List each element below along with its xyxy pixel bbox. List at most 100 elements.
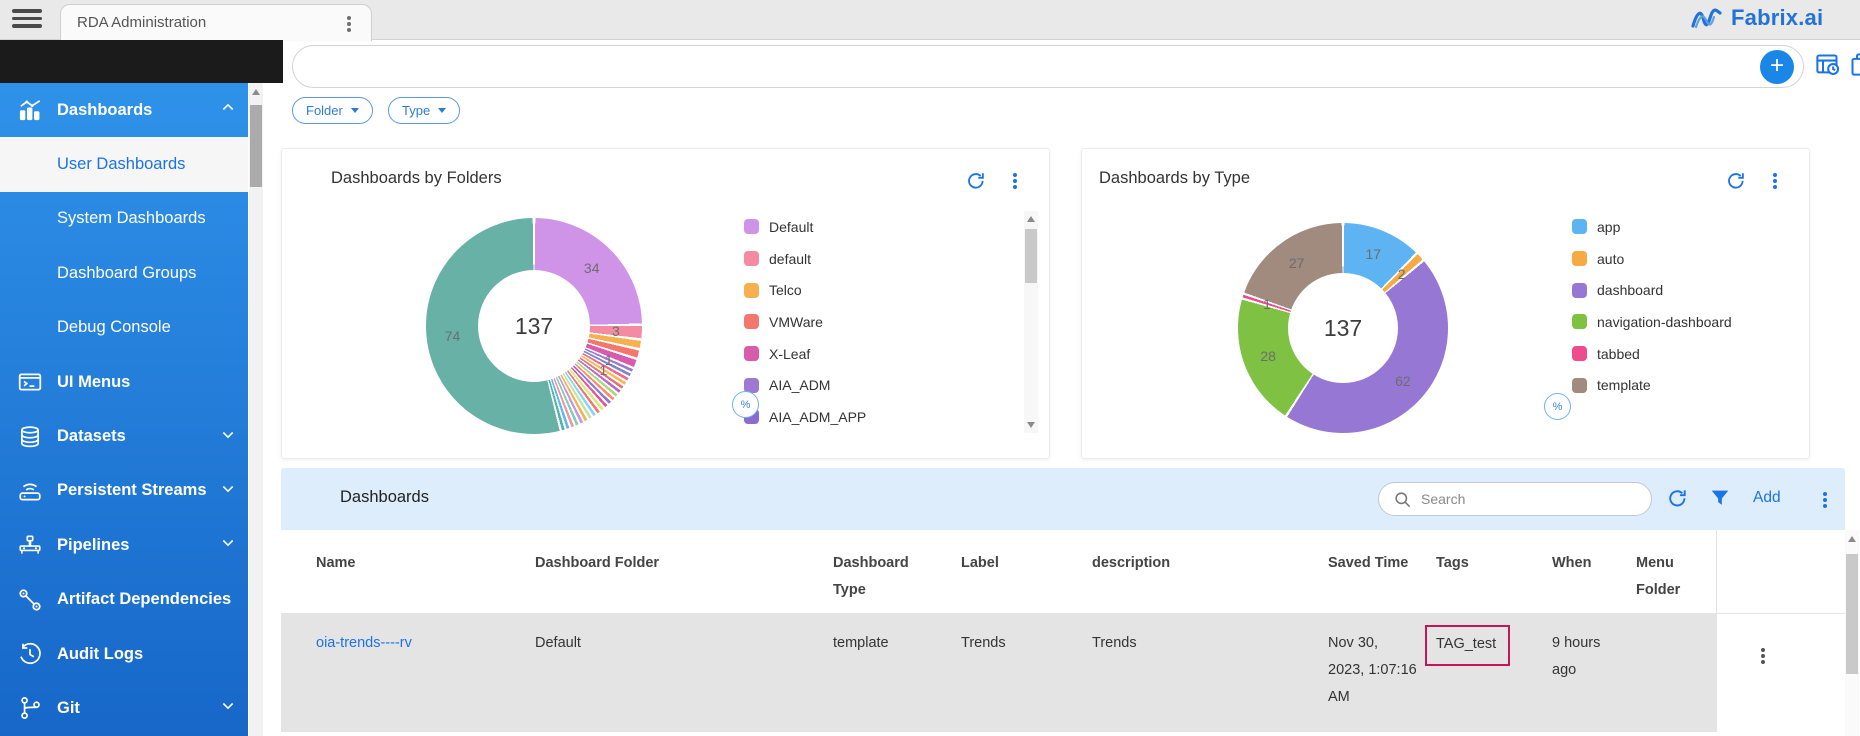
folder-filter-chip[interactable]: Folder <box>292 97 373 124</box>
sidebar-item-label: User Dashboards <box>57 155 185 174</box>
col-header-description[interactable]: description <box>1092 530 1328 613</box>
legend-item[interactable]: VMWare <box>744 306 866 338</box>
col-header-menu-folder[interactable]: Menu Folder <box>1636 530 1716 613</box>
slice-value-label: 1 <box>600 362 608 378</box>
history-table-icon[interactable] <box>1814 51 1841 83</box>
slice-value-label: 28 <box>1260 348 1276 364</box>
stream-router-icon <box>15 478 45 504</box>
table-header-row: Name Dashboard Folder Dashboard Type Lab… <box>281 530 1845 614</box>
sidebar-item-git[interactable]: Git <box>0 681 248 735</box>
col-header-tags[interactable]: Tags <box>1436 530 1552 613</box>
sidebar-item-debug-console[interactable]: Debug Console <box>0 301 248 355</box>
legend-item[interactable]: AIA_ADM_APP <box>744 401 866 433</box>
col-header-when[interactable]: When <box>1552 530 1636 613</box>
browser-top-bar: RDA Administration Fabrix.ai <box>0 0 1860 40</box>
percent-toggle-button[interactable]: % <box>1544 393 1571 420</box>
legend-swatch <box>744 314 759 329</box>
sidebar-header-strip <box>0 40 283 83</box>
tag-highlight-box: TAG_test <box>1425 625 1510 666</box>
slice-value-label: 74 <box>445 328 461 344</box>
slice-value-label: 34 <box>584 260 600 276</box>
dashboards-by-folders-card: Dashboards by Folders 137 3431174 Defaul… <box>281 148 1050 459</box>
legend-item[interactable]: tabbed <box>1572 338 1732 370</box>
sidebar-item-pipelines[interactable]: Pipelines <box>0 518 248 572</box>
cell-label: Trends <box>961 614 1092 732</box>
legend-swatch <box>1572 378 1587 393</box>
legend-item[interactable]: auto <box>1572 243 1732 275</box>
refresh-icon[interactable] <box>965 170 987 197</box>
legend-item[interactable]: dashboard <box>1572 274 1732 306</box>
dashboard-name-link[interactable]: oia-trends----rv <box>316 635 412 651</box>
add-widget-button[interactable]: + <box>1760 50 1794 84</box>
sidebar-item-dashboard-groups[interactable]: Dashboard Groups <box>0 246 248 300</box>
chevron-down-icon[interactable] <box>220 426 236 447</box>
legend-item[interactable]: AIA_ADM <box>744 369 866 401</box>
legend-swatch <box>1572 219 1587 234</box>
sidebar-item-ui-menus[interactable]: UI Menus <box>0 355 248 409</box>
sidebar-item-user-dashboards[interactable]: User Dashboards <box>0 137 248 191</box>
legend-scrollbar[interactable] <box>1024 211 1038 433</box>
sidebar-item-label: Persistent Streams <box>57 481 207 500</box>
chevron-down-icon[interactable] <box>220 698 236 719</box>
legend-label: AIA_ADM <box>769 377 830 393</box>
sidebar-item-audit-logs[interactable]: Audit Logs <box>0 627 248 681</box>
legend-swatch <box>1572 283 1587 298</box>
col-header-name[interactable]: Name <box>281 530 535 613</box>
table-scrollbar[interactable] <box>1845 530 1859 736</box>
legend-item[interactable]: Default <box>744 211 866 243</box>
browser-tab[interactable]: RDA Administration <box>60 4 372 41</box>
table-refresh-icon[interactable] <box>1666 487 1689 515</box>
folders-donut-chart[interactable]: 137 3431174 <box>426 218 642 434</box>
sidebar-item-label: Debug Console <box>57 318 171 337</box>
copy-pages-icon[interactable] <box>1848 51 1860 83</box>
slice-value-label: 2 <box>1398 266 1406 282</box>
card-kebab-icon[interactable] <box>1773 179 1777 183</box>
toolbar-kebab-icon[interactable] <box>1823 498 1827 502</box>
sidebar-item-label: UI Menus <box>57 373 130 392</box>
tab-kebab-icon[interactable] <box>347 22 351 26</box>
legend-label: template <box>1597 377 1651 393</box>
chevron-down-icon[interactable] <box>220 535 236 556</box>
card-kebab-icon[interactable] <box>1013 179 1017 183</box>
slice-value-label: 3 <box>612 323 620 339</box>
legend-swatch <box>744 251 759 266</box>
content-scrollbar[interactable] <box>249 83 263 736</box>
add-dashboard-button[interactable]: Add <box>1753 489 1781 507</box>
hamburger-menu-icon[interactable] <box>12 9 42 31</box>
refresh-icon[interactable] <box>1725 170 1747 197</box>
percent-toggle-button[interactable]: % <box>732 391 759 418</box>
legend-item[interactable]: navigation-dashboard <box>1572 306 1732 338</box>
col-header-saved-time[interactable]: Saved Time <box>1328 530 1436 613</box>
sidebar-item-persistent-streams[interactable]: Persistent Streams <box>0 464 248 518</box>
sidebar-item-label: Git <box>57 699 80 718</box>
legend-item[interactable]: X-Leaf <box>744 338 866 370</box>
sidebar-item-label: Dashboards <box>57 101 152 120</box>
legend-item[interactable]: Telco <box>744 274 866 306</box>
legend-item[interactable]: template <box>1572 369 1732 401</box>
sidebar-item-datasets[interactable]: Datasets <box>0 409 248 463</box>
sidebar-item-system-dashboards[interactable]: System Dashboards <box>0 192 248 246</box>
legend-item[interactable]: default <box>744 243 866 275</box>
legend-swatch <box>744 219 759 234</box>
table-search-box[interactable] <box>1378 482 1652 516</box>
type-donut-chart[interactable]: 137 1726228127 <box>1238 223 1448 433</box>
filter-funnel-icon[interactable] <box>1709 487 1731 514</box>
sidebar-item-artifact-dependencies[interactable]: Artifact Dependencies <box>0 573 248 627</box>
type-filter-chip[interactable]: Type <box>388 97 460 124</box>
col-header-dashboard-folder[interactable]: Dashboard Folder <box>535 530 833 613</box>
legend-item[interactable]: app <box>1572 211 1732 243</box>
row-kebab-icon[interactable] <box>1761 654 1765 658</box>
logo-text: Fabrix.ai <box>1731 5 1823 31</box>
global-search-bar[interactable] <box>292 45 1804 88</box>
table-search-input[interactable] <box>1421 483 1636 515</box>
table-row[interactable]: oia-trends----rv Default template Trends… <box>281 614 1845 732</box>
rda-administration-app: RDA Administration Fabrix.ai Dashboards <box>0 0 1860 736</box>
chevron-down-icon[interactable] <box>220 480 236 501</box>
sidebar-item-dashboards[interactable]: Dashboards <box>0 83 248 137</box>
col-header-dashboard-type[interactable]: Dashboard Type <box>833 530 961 613</box>
git-branch-icon <box>15 695 45 721</box>
chevron-up-icon[interactable] <box>220 100 236 121</box>
col-header-label[interactable]: Label <box>961 530 1092 613</box>
cell-description: Trends <box>1092 614 1328 732</box>
search-icon <box>1393 490 1412 514</box>
